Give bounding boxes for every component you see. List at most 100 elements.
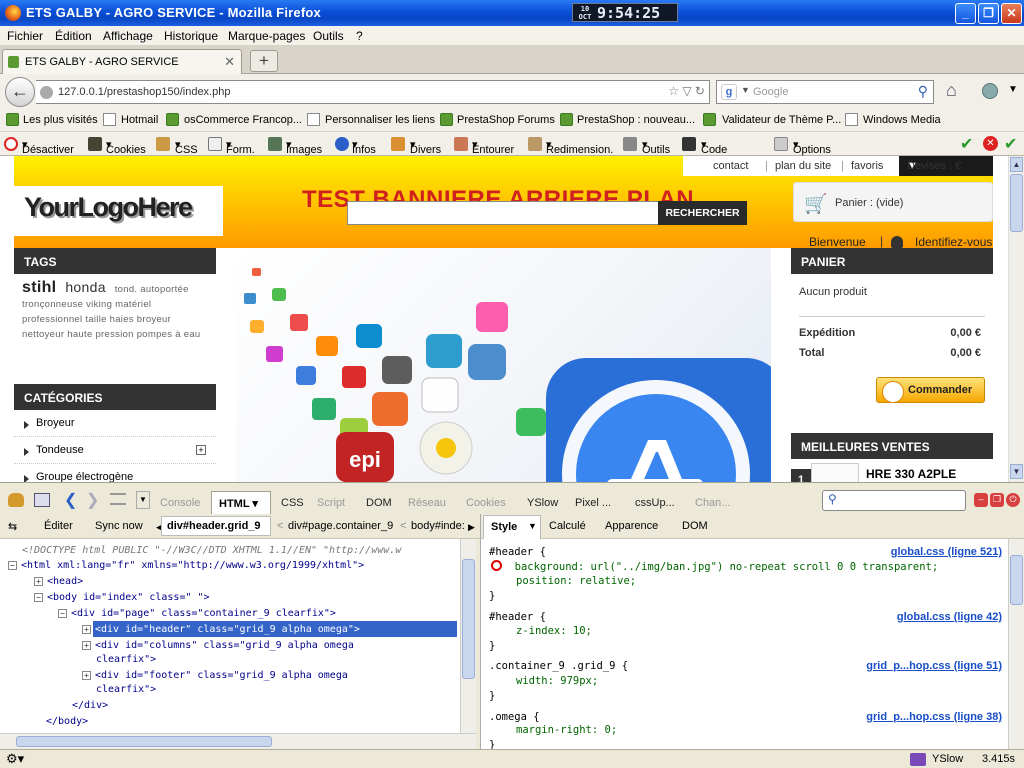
- scroll-up-icon[interactable]: ▲: [1010, 157, 1023, 172]
- search-magnifier-icon[interactable]: ⚲: [918, 83, 928, 100]
- crumb-right-arrow-icon[interactable]: ▶: [468, 522, 475, 533]
- bug-status-icon[interactable]: ⚙▾: [6, 751, 24, 767]
- menu-help[interactable]: ?: [356, 29, 363, 43]
- side-tab-style[interactable]: Style ▼: [483, 515, 541, 539]
- error-icon[interactable]: ✕: [983, 136, 998, 151]
- category-broyeur[interactable]: Broyeur: [14, 410, 216, 437]
- home-icon[interactable]: ⌂: [946, 80, 957, 101]
- fb-tab-pixel[interactable]: Pixel ...: [575, 497, 611, 509]
- side-tab-dom[interactable]: DOM: [682, 520, 708, 532]
- close-tab-icon[interactable]: ✕: [224, 54, 235, 70]
- wd-images[interactable]: Images ▾: [286, 138, 322, 156]
- tree-doctype[interactable]: <!DOCTYPE html PUBLIC "-//W3C//DTD XHTML…: [22, 545, 401, 556]
- rule-property[interactable]: z-index: 10;: [516, 625, 592, 637]
- tag-honda[interactable]: honda: [65, 279, 105, 295]
- fb-tab-css[interactable]: CSS: [281, 497, 304, 509]
- sync-now-button[interactable]: Sync now: [95, 520, 143, 532]
- edit-button[interactable]: Éditer: [44, 520, 73, 532]
- restore-button[interactable]: ❐: [978, 3, 999, 24]
- shop-search-button[interactable]: RECHERCHER: [658, 201, 747, 225]
- fb-tab-console[interactable]: Console: [160, 497, 200, 509]
- expand-icon[interactable]: +: [196, 445, 206, 455]
- shop-logo[interactable]: YourLogoHere: [14, 186, 223, 236]
- bookmark-validateur[interactable]: Validateur de Thème P...: [722, 114, 841, 126]
- list-icon[interactable]: [110, 493, 126, 505]
- disabled-property-icon[interactable]: [491, 560, 502, 571]
- firebug-minimize-icon[interactable]: –: [974, 493, 988, 507]
- menu-outils[interactable]: Outils: [313, 29, 344, 43]
- panel-menu-icon[interactable]: ▼: [136, 491, 150, 509]
- wd-redimension[interactable]: Redimension. ▾: [546, 138, 613, 156]
- firebug-icon[interactable]: [8, 493, 24, 507]
- tree-body[interactable]: − <body id="index" class=" ">: [34, 592, 210, 603]
- rule-source-link[interactable]: grid_p...hop.css (ligne 51): [866, 660, 1002, 672]
- inspect-icon[interactable]: [34, 493, 50, 507]
- rule-source-link[interactable]: global.css (ligne 42): [897, 611, 1002, 623]
- tree-div-header[interactable]: + <div id="header" class="grid_9 alpha om…: [82, 624, 360, 635]
- fb-tab-reseau[interactable]: Réseau: [408, 497, 446, 509]
- firebug-close-icon[interactable]: ⏻: [1006, 493, 1020, 507]
- currency-selector[interactable]: Devises : € ▼: [899, 156, 993, 176]
- wd-options[interactable]: Options ▾: [793, 138, 831, 156]
- rule-selector[interactable]: .container_9 .grid_9 {: [489, 660, 628, 672]
- nav-overflow-icon[interactable]: ▼: [1008, 84, 1018, 95]
- menu-historique[interactable]: Historique: [164, 29, 218, 43]
- fb-tab-cookies[interactable]: Cookies: [466, 497, 506, 509]
- close-window-button[interactable]: ✕: [1001, 3, 1022, 24]
- url-bar[interactable]: 127.0.0.1/prestashop150/index.php ☆ ▽ ↻: [36, 80, 710, 104]
- yslow-icon[interactable]: [910, 753, 926, 766]
- wd-outils[interactable]: Outils ▾: [642, 138, 670, 156]
- page-scroll-thumb[interactable]: [1010, 174, 1023, 232]
- engine-dropdown-icon[interactable]: ▼: [741, 85, 750, 95]
- new-tab-button[interactable]: +: [250, 50, 278, 72]
- wd-form[interactable]: Form. ▾: [226, 138, 255, 156]
- minimize-button[interactable]: _: [955, 3, 976, 24]
- menu-affichage[interactable]: Affichage: [103, 29, 153, 43]
- fb-tab-dom[interactable]: DOM: [366, 497, 392, 509]
- rule-property[interactable]: position: relative;: [516, 575, 636, 587]
- category-groupe-electrogene[interactable]: Groupe électrogène: [14, 464, 216, 482]
- tree-h-scrollbar[interactable]: [0, 733, 476, 749]
- tag-stihl[interactable]: stihl: [22, 279, 56, 296]
- wd-divers[interactable]: Divers ▾: [410, 138, 441, 156]
- cart-summary[interactable]: 🛒 Panier : (vide): [793, 182, 993, 222]
- tree-scrollbar[interactable]: [460, 539, 476, 733]
- rule-selector[interactable]: #header {: [489, 611, 546, 623]
- rule-source-link[interactable]: grid_p...hop.css (ligne 38): [866, 711, 1002, 723]
- style-scrollbar[interactable]: [1008, 539, 1024, 749]
- bookmark-hotmail[interactable]: Hotmail: [121, 114, 158, 126]
- tree-div-page[interactable]: − <div id="page" class="container_9 clear…: [58, 608, 336, 619]
- rule-property-disabled[interactable]: background: url("../img/ban.jpg") no-rep…: [491, 560, 938, 573]
- wd-infos[interactable]: Infos ▾: [352, 138, 376, 156]
- fb-tab-script[interactable]: Script: [317, 497, 345, 509]
- login-link[interactable]: Identifiez-vous: [890, 235, 992, 249]
- crumb-header[interactable]: div#header.grid_9: [161, 516, 271, 536]
- tree-div-columns[interactable]: + <div id="columns" class="grid_9 alpha o…: [82, 640, 354, 651]
- wd-code-source[interactable]: Code source▾: [701, 138, 734, 168]
- menu-edition[interactable]: Édition: [55, 29, 92, 43]
- addon-icon[interactable]: [982, 83, 998, 99]
- rule-property[interactable]: margin-right: 0;: [516, 724, 617, 736]
- rule-selector[interactable]: .omega {: [489, 711, 540, 723]
- tree-close-div[interactable]: </div>: [72, 700, 108, 711]
- bookmark-personnaliser[interactable]: Personnaliser les liens: [325, 114, 435, 126]
- tree-head[interactable]: + <head>: [34, 576, 83, 587]
- google-engine-icon[interactable]: g: [721, 84, 737, 100]
- scroll-down-icon[interactable]: ▼: [1010, 464, 1023, 479]
- wd-entourer[interactable]: Entourer ▾: [472, 138, 514, 156]
- bookmark-windows-media[interactable]: Windows Media: [863, 114, 941, 126]
- rule-selector[interactable]: #header {: [489, 546, 546, 558]
- yslow-label[interactable]: YSlow: [932, 753, 963, 765]
- back-button[interactable]: ←: [5, 77, 35, 107]
- forward-arrow-icon[interactable]: ❯: [86, 490, 99, 510]
- wd-cookies[interactable]: Cookies ▾: [106, 138, 146, 156]
- back-arrow-icon[interactable]: ❮: [64, 490, 77, 510]
- firebug-search-input[interactable]: ⚲: [822, 490, 966, 511]
- bookmark-prestashop-forums[interactable]: PrestaShop Forums: [457, 114, 555, 126]
- fb-tab-html[interactable]: HTML ▾: [211, 491, 271, 515]
- link-contact[interactable]: contact: [713, 160, 748, 172]
- wd-desactiver[interactable]: Désactiver ▾: [22, 138, 74, 156]
- order-button[interactable]: Commander: [876, 377, 985, 403]
- style-scroll-thumb[interactable]: [1010, 555, 1023, 605]
- bookmark-oscommerce[interactable]: osCommerce Francop...: [184, 114, 302, 126]
